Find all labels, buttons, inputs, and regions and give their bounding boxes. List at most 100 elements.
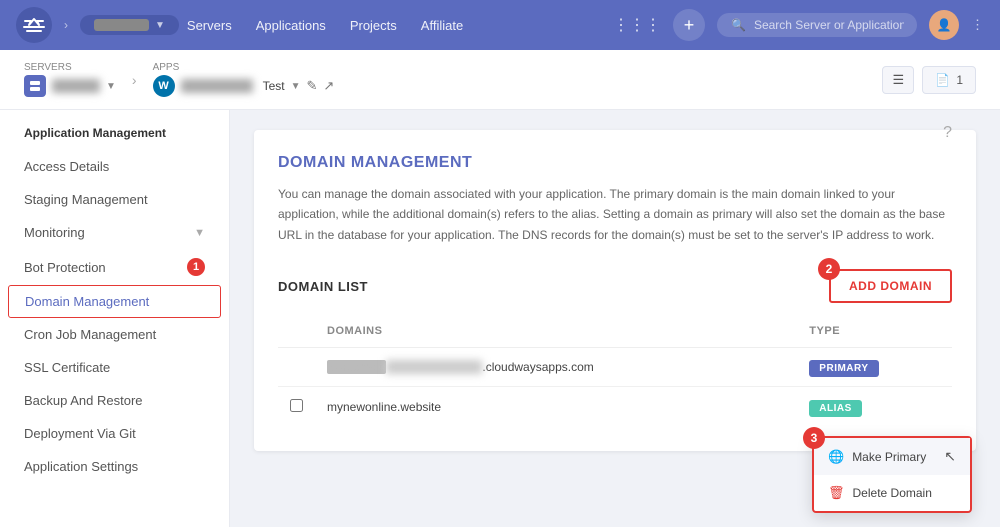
add-domain-wrapper: 2 ADD DOMAIN [829,269,952,303]
deployment-label: Deployment Via Git [24,426,136,441]
nav-projects[interactable]: Projects [350,18,397,33]
nav-servers[interactable]: Servers [187,18,232,33]
cursor-icon: ↖ [944,448,956,465]
main-nav: Servers Applications Projects Affiliate [187,18,463,33]
add-domain-button[interactable]: ADD DOMAIN [829,269,952,303]
trash-icon: 🗑 [828,485,845,501]
apps-label: Apps [153,62,335,73]
user-avatar[interactable]: 👤 [929,10,959,40]
file-count: 1 [956,73,963,87]
card-description: You can manage the domain associated wit… [278,184,952,245]
servers-breadcrumb: Servers ▬▬▬▬ ▼ [24,62,116,97]
main-content: ? DOMAIN MANAGEMENT You can manage the d… [230,110,1000,527]
server-icon [24,75,46,97]
nav-affiliate[interactable]: Affiliate [421,18,463,33]
ssl-label: SSL Certificate [24,360,110,375]
files-button[interactable]: 📄 1 [922,66,976,94]
server-caret[interactable]: ▼ [106,81,116,92]
domain-management-label: Domain Management [25,294,149,309]
card-title: DOMAIN MANAGEMENT [278,154,952,172]
sidebar-item-cron-job[interactable]: Cron Job Management [0,318,229,351]
search-input[interactable] [754,18,904,32]
server-name: ▬▬▬▬ [52,79,100,93]
row2-type: ALIAS [797,387,952,428]
sidebar-item-monitoring[interactable]: Monitoring ▼ [0,216,229,249]
context-menu: 3 🌐 Make Primary ↖ 🗑 Delete Domain [812,436,972,513]
app-settings-label: Application Settings [24,459,138,474]
nav-separator: › [64,18,68,32]
logo-icon [16,7,52,43]
delete-domain-label: Delete Domain [853,486,932,500]
row1-checkbox [278,348,315,387]
alias-badge: ALIAS [809,400,862,417]
staging-label: Staging Management [24,192,148,207]
search-bar[interactable]: 🔍 [717,13,917,37]
domain-table: DOMAINS TYPE wordpress-▬▬▬▬▬▬▬▬.cloudway… [278,315,952,427]
cron-job-label: Cron Job Management [24,327,156,342]
monitoring-caret: ▼ [194,227,205,239]
col-domains: DOMAINS [315,315,797,348]
step-badge-2: 2 [818,258,840,280]
sidebar-item-domain-management[interactable]: Domain Management [8,285,221,318]
breadcrumb-right: ☰ 📄 1 [882,66,976,94]
breadcrumb-arrow: › [132,72,137,88]
backup-label: Backup And Restore [24,393,143,408]
servers-label: Servers [24,62,116,73]
servers-value: ▬▬▬▬ ▼ [24,75,116,97]
help-icon[interactable]: ? [943,124,952,142]
sidebar-item-access-details[interactable]: Access Details [0,150,229,183]
bot-protection-badge: 1 [187,258,205,276]
list-view-button[interactable]: ☰ [882,66,914,94]
search-icon: 🔍 [731,18,746,32]
more-icon[interactable]: ⋮ [971,17,984,33]
server-pill[interactable]: ▬▬▬▬▬ ▼ [80,15,179,35]
sidebar-item-staging[interactable]: Staging Management [0,183,229,216]
sidebar: Application Management Access Details St… [0,110,230,527]
edit-icon[interactable]: ✎ [307,78,318,94]
nav-right: ⋮⋮⋮ + 🔍 👤 ⋮ [613,9,984,41]
breadcrumb-left: Servers ▬▬▬▬ ▼ › Apps W ▬▬▬▬▬▬ Test ▼ ✎ … [24,62,334,97]
sidebar-item-app-settings[interactable]: Application Settings [0,450,229,483]
domain-list-header: DOMAIN LIST 2 ADD DOMAIN [278,269,952,303]
wordpress-icon: W [153,75,175,97]
app-env: Test [263,79,285,93]
sidebar-section-title: Application Management [0,126,229,150]
col-checkbox [278,315,315,348]
apps-breadcrumb: Apps W ▬▬▬▬▬▬ Test ▼ ✎ ↗ [153,62,335,97]
col-type: TYPE [797,315,952,348]
external-link-icon[interactable]: ↗ [323,78,334,94]
row2-checkbox[interactable] [278,387,315,428]
sidebar-item-ssl[interactable]: SSL Certificate [0,351,229,384]
globe-icon: 🌐 [828,449,844,465]
domain-list-title: DOMAIN LIST [278,279,368,294]
row1-domain: wordpress-▬▬▬▬▬▬▬▬.cloudwaysapps.com [315,348,797,387]
make-primary-label: Make Primary [852,450,926,464]
add-button[interactable]: + [673,9,705,41]
server-pill-name: ▬▬▬▬▬ [94,19,149,31]
primary-badge: PRIMARY [809,360,878,377]
sidebar-item-backup[interactable]: Backup And Restore [0,384,229,417]
app-caret[interactable]: ▼ [291,81,301,92]
table-row: mynewonline.website ALIAS [278,387,952,428]
step-badge-3: 3 [803,427,825,449]
make-primary-item[interactable]: 🌐 Make Primary ↖ [814,438,970,475]
server-pill-caret: ▼ [155,20,165,31]
row2-check[interactable] [290,399,303,412]
row2-domain: mynewonline.website [315,387,797,428]
top-nav: › ▬▬▬▬▬ ▼ Servers Applications Projects … [0,0,1000,50]
app-icons: ✎ ↗ [307,78,335,94]
breadcrumb-bar: Servers ▬▬▬▬ ▼ › Apps W ▬▬▬▬▬▬ Test ▼ ✎ … [0,50,1000,110]
access-details-label: Access Details [24,159,109,174]
nav-applications[interactable]: Applications [256,18,326,33]
main-layout: Application Management Access Details St… [0,110,1000,527]
domain-management-card: ? DOMAIN MANAGEMENT You can manage the d… [254,130,976,451]
grid-icon[interactable]: ⋮⋮⋮ [613,15,661,35]
bot-protection-label: Bot Protection [24,260,106,275]
row1-type: PRIMARY [797,348,952,387]
table-row: wordpress-▬▬▬▬▬▬▬▬.cloudwaysapps.com PRI… [278,348,952,387]
logo-area: › ▬▬▬▬▬ ▼ [16,7,179,43]
delete-domain-item[interactable]: 🗑 Delete Domain [814,475,970,511]
sidebar-item-bot-protection[interactable]: Bot Protection 1 [0,249,229,285]
sidebar-item-deployment[interactable]: Deployment Via Git [0,417,229,450]
badge3-wrapper: 3 [803,427,825,449]
